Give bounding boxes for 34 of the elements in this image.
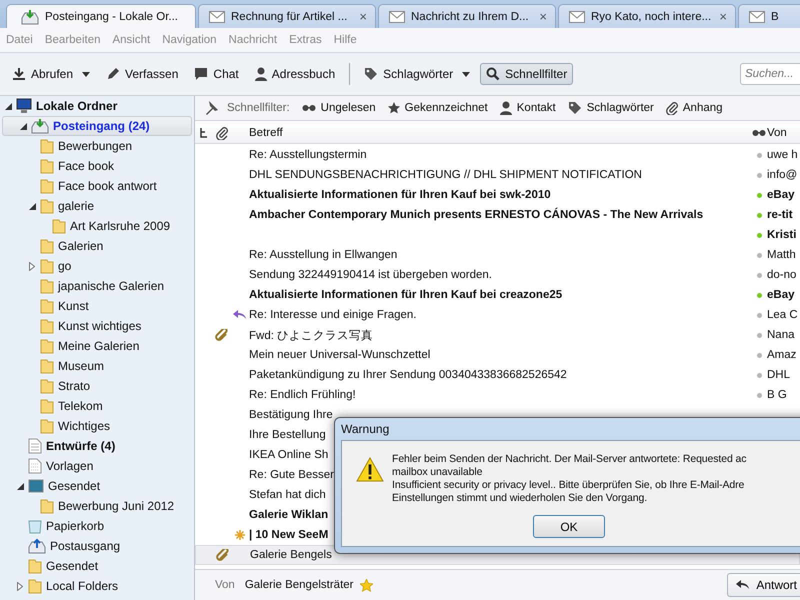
message-sender: info@ <box>767 169 798 181</box>
dialog-message: Fehler beim Senden der Nachricht. Der Mail-Server antwortete: Requested ac mailbox unavailable Insufficient security or privacy level.. Bitte überprüfen Sie, ob Ihre E-Mail-Adre Einstellungen stimmt und wiederholen Sie den Vorgang. <box>392 453 746 505</box>
quick-filter-label: Schnellfilter: <box>227 102 290 114</box>
message-subject: Aktualisierte Informationen für Ihren Kauf bei swk-2010 <box>249 189 551 201</box>
message-sender: Amaz <box>767 349 796 361</box>
message-subject: Sendung 322449190414 ist übergeben worden. <box>249 269 492 281</box>
message-subject: Re: Endlich Frühling! <box>249 389 356 401</box>
message-subject: Re: Interesse und einige Fragen. <box>249 309 416 321</box>
message-sender: Nana <box>767 329 794 341</box>
from-label: Von <box>215 579 235 591</box>
message-sender: do-no <box>767 269 796 281</box>
message-sender: re-tit <box>767 209 793 221</box>
message-subject: Galerie Wiklan <box>249 509 328 521</box>
message-subject: Fwd: ひよこクラス写真 <box>249 330 374 342</box>
message-subject: Galerie Bengels <box>250 549 332 561</box>
message-sender: eBay <box>767 189 794 201</box>
message-subject: Re: Ausstellungstermin <box>249 149 367 161</box>
message-sender: Matth <box>767 249 796 261</box>
message-subject: | 10 New SeeM <box>249 529 328 541</box>
message-sender: uwe h <box>767 149 798 161</box>
dialog-title: Warnung <box>340 421 390 438</box>
message-sender: B G <box>767 389 787 401</box>
message-sender: DHL <box>767 369 790 381</box>
message-subject: DHL SENDUNGSBENACHRICHTIGUNG // DHL SHIPMENT NOTIFICATION <box>249 169 642 181</box>
message-subject: Aktualisierte Informationen für Ihren Kauf bei creazone25 <box>249 289 562 301</box>
message-sender: eBay <box>767 289 794 301</box>
message-subject: Mein neuer Universal-Wunschzettel <box>249 349 430 361</box>
message-subject: Paketankündigung zu Ihrer Sendung 00340433836682526542 <box>249 369 567 381</box>
message-subject: Bestätigung Ihre <box>249 409 333 421</box>
sender-name: Galerie Bengelsträter <box>244 579 354 591</box>
message-sender: Lea C <box>767 309 798 321</box>
message-sender: Kristi <box>767 229 796 241</box>
message-subject: Re: Ausstellung in Ellwangen <box>249 249 398 261</box>
message-subject: Ambacher Contemporary Munich presents ERNESTO CÁNOVAS - The New Arrivals <box>249 209 704 221</box>
